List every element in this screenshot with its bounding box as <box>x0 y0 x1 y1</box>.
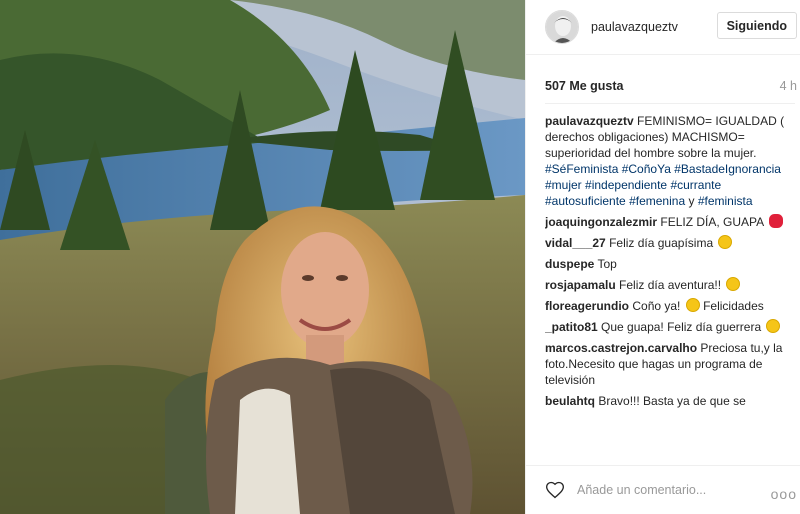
likes-count[interactable]: 507 Me gusta <box>545 79 624 93</box>
comment-item: floreagerundio Coño ya! Felicidades <box>545 298 795 314</box>
comment-text: Top <box>597 257 617 271</box>
smile-emoji-icon <box>726 277 741 291</box>
comment-item: vidal___27 Feliz día guapísima <box>545 235 795 251</box>
header-username[interactable]: paulavazqueztv <box>591 20 678 34</box>
avatar-icon <box>546 11 578 43</box>
hashtag[interactable]: #SéFeminista <box>545 162 618 176</box>
post-side-panel: paulavazqueztv Siguiendo 507 Me gusta 4 … <box>525 0 800 514</box>
avatar[interactable] <box>545 10 579 44</box>
heart-icon[interactable] <box>545 480 565 500</box>
comment-author[interactable]: beulahtq <box>545 394 595 408</box>
comment-item: rosjapamalu Feliz día aventura!! <box>545 277 795 293</box>
following-button[interactable]: Siguiendo <box>716 12 797 39</box>
comment-item: beulahtq Bravo!!! Basta ya de que se <box>545 393 795 409</box>
comment-author[interactable]: rosjapamalu <box>545 278 616 292</box>
hashtag[interactable]: #mujer <box>545 178 582 192</box>
comment-author[interactable]: joaquingonzalezmir <box>545 215 657 229</box>
caption-author[interactable]: paulavazqueztv <box>545 114 634 128</box>
hashtag[interactable]: #femenina <box>629 194 685 208</box>
kiss-emoji-icon <box>768 214 783 228</box>
instagram-post: paulavazqueztv Siguiendo 507 Me gusta 4 … <box>0 0 800 514</box>
hashtag[interactable]: #currante <box>670 178 721 192</box>
laugh-emoji-icon <box>685 298 700 312</box>
comment-text: Bravo!!! Basta ya de que se <box>598 394 746 408</box>
comment-author[interactable]: floreagerundio <box>545 299 629 313</box>
comment-text: Coño ya! <box>632 299 681 313</box>
comment-text-2: Felicidades <box>703 299 764 313</box>
post-header: paulavazqueztv Siguiendo <box>526 0 800 55</box>
comment-input[interactable] <box>577 483 757 497</box>
hashtag[interactable]: #BastadeIgnorancia <box>674 162 781 176</box>
comment-text: FELIZ DÍA, GUAPA <box>660 215 764 229</box>
grin-emoji-icon <box>766 319 781 333</box>
hashtag[interactable]: #feminista <box>698 194 753 208</box>
hashtag[interactable]: #independiente <box>585 178 667 192</box>
smile-emoji-icon <box>718 235 733 249</box>
comment-author[interactable]: marcos.castrejon.carvalho <box>545 341 697 355</box>
hashtag[interactable]: #autosuficiente <box>545 194 626 208</box>
comment-text: Feliz día guapísima <box>609 236 714 250</box>
comment-item: duspepe Top <box>545 256 795 272</box>
photo-image <box>0 0 525 514</box>
post-time[interactable]: 4 h <box>780 79 797 93</box>
comments-list[interactable]: paulavazqueztv FEMINISMO= IGUALDAD ( der… <box>545 103 795 463</box>
comment-text: Que guapa! Feliz día guerrera <box>601 320 762 334</box>
caption: paulavazqueztv FEMINISMO= IGUALDAD ( der… <box>545 113 795 209</box>
comment-item: _patito81 Que guapa! Feliz día guerrera <box>545 319 795 335</box>
comment-author[interactable]: _patito81 <box>545 320 598 334</box>
add-comment-row: ooo <box>526 465 800 514</box>
comment-item: marcos.castrejon.carvalho Preciosa tu,y … <box>545 340 795 388</box>
hashtag[interactable]: #CoñoYa <box>622 162 671 176</box>
more-options-icon[interactable]: ooo <box>771 486 797 502</box>
comment-author[interactable]: vidal___27 <box>545 236 606 250</box>
comment-author[interactable]: duspepe <box>545 257 594 271</box>
post-photo[interactable] <box>0 0 525 514</box>
likes-row: 507 Me gusta 4 h <box>545 79 797 93</box>
comment-text: Feliz día aventura!! <box>619 278 722 292</box>
caption-connector: y <box>688 194 695 208</box>
comment-item: joaquingonzalezmir FELIZ DÍA, GUAPA <box>545 214 795 230</box>
